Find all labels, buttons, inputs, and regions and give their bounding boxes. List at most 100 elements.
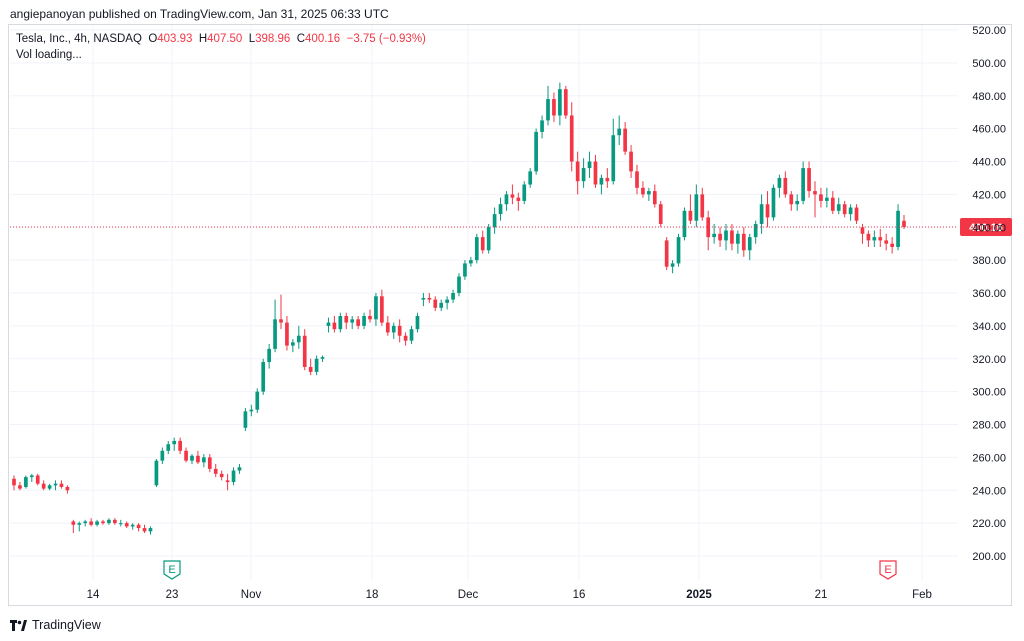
candle: [836, 197, 841, 215]
candle: [219, 470, 224, 481]
candle: [160, 447, 165, 464]
candle-body: [380, 296, 384, 323]
candle: [866, 230, 871, 247]
candle: [403, 332, 408, 346]
candle: [492, 207, 497, 234]
candle-body: [403, 335, 408, 341]
candle: [24, 475, 28, 489]
candle-body: [652, 191, 657, 205]
candle: [783, 171, 788, 198]
high-value: 407.50: [207, 33, 243, 45]
candle-body: [896, 210, 900, 247]
time-tick-label: Feb: [912, 589, 932, 601]
candle: [338, 312, 343, 333]
candle-body: [712, 233, 716, 238]
candle-body: [552, 99, 556, 116]
candle-body: [89, 521, 93, 525]
candle-body: [273, 319, 277, 349]
candle-body: [504, 194, 509, 205]
candle-body: [736, 233, 740, 244]
candle-body: [41, 483, 46, 489]
price-tick-label: 340.00: [972, 321, 1006, 333]
candle: [196, 450, 200, 464]
time-tick-label: 21: [815, 589, 828, 601]
candle-body: [160, 450, 165, 461]
candle-body: [172, 440, 177, 445]
candle: [534, 128, 538, 175]
candle-body: [783, 177, 788, 195]
candle: [558, 82, 562, 126]
candle: [736, 230, 740, 254]
candle: [480, 230, 485, 254]
candle: [510, 184, 515, 205]
candle-body: [65, 486, 70, 491]
symbol-legend[interactable]: Tesla, Inc., 4h, NASDAQ O403.93 H407.50 …: [16, 33, 426, 45]
candle: [569, 102, 574, 172]
candle-body: [101, 521, 105, 524]
price-tick-label: 500.00: [972, 58, 1006, 70]
candle: [664, 237, 669, 270]
time-tick-label: 23: [166, 589, 179, 601]
candle: [516, 192, 521, 211]
candle: [166, 440, 171, 455]
candle: [819, 187, 823, 208]
close-label: C: [296, 33, 306, 45]
candle-body: [255, 391, 260, 410]
candle-body: [534, 131, 538, 172]
candle: [302, 329, 307, 371]
candle-body: [178, 440, 182, 451]
candle-body: [516, 197, 521, 201]
candle: [807, 161, 811, 198]
candle: [498, 197, 503, 221]
candle-body: [291, 342, 295, 346]
footer-brand[interactable]: TradingView: [10, 618, 101, 632]
candle: [469, 256, 473, 267]
tradingview-logo-icon: [10, 619, 27, 631]
candle: [706, 210, 711, 251]
candle: [397, 319, 402, 343]
candle-body: [759, 204, 764, 224]
earnings-marker[interactable]: E: [879, 560, 897, 580]
candle: [202, 454, 206, 468]
candle-body: [765, 204, 770, 218]
price-tick-label: 460.00: [972, 124, 1006, 136]
candle: [854, 204, 859, 224]
candle-body: [457, 276, 461, 293]
candle-body: [801, 168, 805, 201]
candle: [362, 312, 366, 330]
candle-body: [807, 168, 811, 192]
earnings-markers: EE: [163, 560, 897, 580]
candle: [231, 467, 236, 486]
candle: [427, 293, 432, 303]
candle-body: [647, 191, 651, 195]
candle: [605, 168, 610, 188]
candle: [641, 181, 645, 198]
candle-body: [611, 135, 616, 182]
candle-body: [427, 297, 432, 300]
candle-body: [771, 187, 776, 218]
candle-body: [694, 194, 699, 221]
candle-body: [575, 161, 580, 182]
candle: [356, 316, 360, 330]
candle: [617, 115, 622, 146]
candle-body: [368, 316, 372, 320]
candle-body: [213, 468, 218, 474]
candle: [890, 237, 894, 254]
candle: [635, 164, 639, 195]
candle-body: [12, 478, 16, 486]
earnings-marker-label: E: [884, 564, 891, 576]
earnings-marker[interactable]: E: [163, 560, 181, 580]
candle: [593, 154, 598, 188]
candle-body: [641, 187, 645, 195]
candle: [771, 184, 776, 221]
candle: [486, 223, 491, 254]
candle: [243, 408, 248, 432]
candle: [747, 233, 752, 261]
candle-body: [136, 524, 141, 529]
candle-body: [196, 455, 200, 463]
candle-body: [184, 450, 188, 461]
candle-body: [540, 120, 544, 132]
price-chart[interactable]: 400.16 520.00 500.00 480.00 460.00 440.00 420…: [0, 0, 1024, 641]
candle: [273, 299, 277, 353]
candle-body: [53, 483, 58, 486]
